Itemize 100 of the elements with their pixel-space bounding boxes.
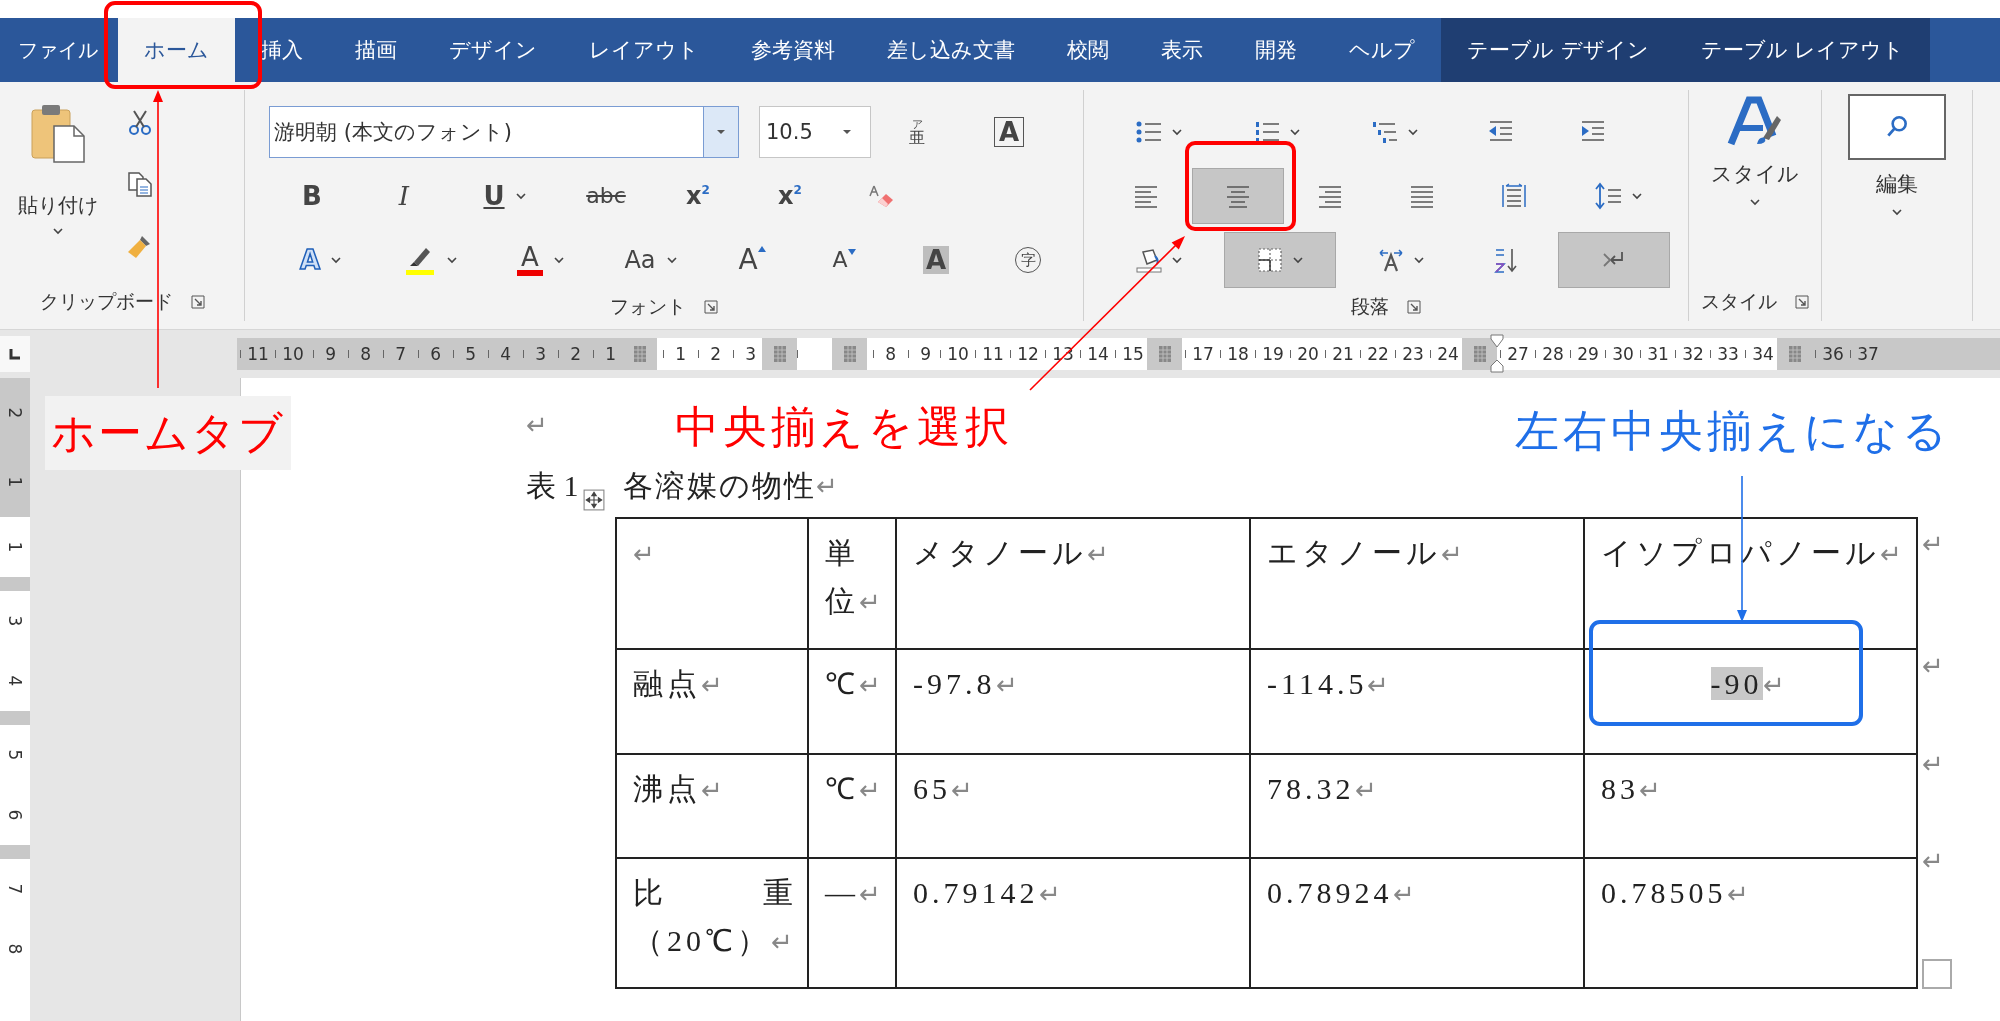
- ruler-number: 1: [605, 344, 617, 364]
- ruler-number: 23: [1402, 344, 1424, 364]
- paste-button[interactable]: 貼り付け: [18, 98, 98, 283]
- column-marker-icon[interactable]: [1786, 344, 1803, 364]
- tab-stop-icon[interactable]: [8, 347, 22, 361]
- column-marker-icon[interactable]: [771, 344, 788, 364]
- ribbon-tab[interactable]: テーブル レイアウト: [1674, 18, 1931, 82]
- paragraph-mark: ↵: [526, 409, 548, 441]
- direction-icon: [1377, 246, 1405, 274]
- bold-button[interactable]: B: [302, 183, 322, 209]
- table-cell: 融点↵: [616, 648, 808, 755]
- caret-icon: [1292, 256, 1304, 264]
- caret-icon: [1171, 128, 1183, 136]
- ruler-number: 18: [1227, 344, 1249, 364]
- column-marker-icon[interactable]: [631, 344, 648, 364]
- triangle-down-icon: [847, 249, 856, 255]
- character-border-button[interactable]: A: [993, 117, 1025, 147]
- underline-button[interactable]: U: [483, 183, 505, 209]
- table-cell: 0.78924↵: [1250, 858, 1584, 988]
- borders-icon: [1256, 246, 1284, 274]
- dialog-launcher-icon[interactable]: [1407, 299, 1421, 314]
- font-name-field[interactable]: 游明朝 (本文のフォント): [269, 106, 739, 158]
- ruler-number: 2: [710, 344, 722, 364]
- table-resize-handle[interactable]: [1922, 959, 1952, 989]
- font-size-field[interactable]: 10.5: [759, 106, 871, 158]
- dialog-launcher-icon[interactable]: [1795, 295, 1809, 309]
- ruler-number: 34: [1752, 344, 1774, 364]
- ribbon-tab[interactable]: ファイル: [0, 18, 118, 82]
- caret-icon[interactable]: [514, 192, 527, 200]
- triangle-up-icon: [757, 246, 766, 252]
- ribbon-tab[interactable]: 描画: [329, 18, 423, 82]
- paragraph-button[interactable]: [1224, 232, 1336, 288]
- table-cell: 65↵: [896, 754, 1250, 859]
- grow-font-button[interactable]: A: [738, 246, 766, 274]
- caret-icon: [1289, 128, 1301, 136]
- ruler-number: 14: [1087, 344, 1109, 364]
- shading-icon: [1135, 246, 1163, 274]
- ribbon-tab[interactable]: ホーム: [118, 18, 235, 82]
- column-marker-icon[interactable]: [841, 344, 858, 364]
- dialog-launcher-icon[interactable]: [190, 295, 205, 309]
- ribbon-tab[interactable]: 表示: [1135, 18, 1229, 82]
- phonetic-guide-button[interactable]: ア 亜: [909, 118, 925, 146]
- caret-icon[interactable]: [330, 256, 343, 264]
- character-shading-button[interactable]: A: [922, 246, 950, 274]
- sort-icon: [1492, 246, 1520, 274]
- ribbon-tab[interactable]: 差し込み文書: [861, 18, 1041, 82]
- scissors-icon[interactable]: [126, 108, 154, 136]
- ruler-number: 24: [1437, 344, 1459, 364]
- ribbon-tab[interactable]: 開発: [1229, 18, 1323, 82]
- caret-icon: [1749, 198, 1761, 206]
- ruler-number: 37: [1857, 344, 1879, 364]
- ribbon-tab[interactable]: 挿入: [235, 18, 329, 82]
- table-cell: —↵: [808, 858, 896, 988]
- caret-icon: [1631, 192, 1643, 200]
- group-label: クリップボード: [39, 289, 173, 314]
- ribbon-tab[interactable]: ヘルプ: [1323, 18, 1441, 82]
- distribute-icon: [1500, 182, 1528, 210]
- indent-marker-icon[interactable]: [1489, 334, 1505, 374]
- ruler-number: 22: [1367, 344, 1389, 364]
- paragraph-button[interactable]: [1192, 168, 1284, 224]
- font-color-button[interactable]: A: [517, 244, 543, 276]
- strikethrough-button[interactable]: abc: [586, 185, 626, 207]
- column-marker-icon[interactable]: [1471, 344, 1488, 364]
- table-caption: 各溶媒の物性: [622, 467, 816, 504]
- ruler-number: 4: [500, 344, 512, 364]
- ribbon-tab[interactable]: 校閲: [1041, 18, 1135, 82]
- ruler-number: 17: [1192, 344, 1214, 364]
- column-marker-icon[interactable]: [1156, 344, 1173, 364]
- change-case-button[interactable]: Aa: [624, 248, 656, 272]
- superscript-button[interactable]: x$^{2}$: [778, 184, 802, 208]
- ruler-number: 1: [5, 541, 25, 553]
- ruler-number: 21: [1332, 344, 1354, 364]
- ribbon-tab[interactable]: レイアウト: [563, 18, 725, 82]
- shrink-font-button[interactable]: A: [832, 249, 856, 271]
- ruler-number: 12: [1017, 344, 1039, 364]
- spacing-icon: [1595, 182, 1623, 210]
- caret-icon[interactable]: [446, 256, 458, 264]
- dialog-launcher-icon[interactable]: [704, 299, 718, 314]
- italic-button[interactable]: I: [398, 183, 410, 209]
- copy-icon[interactable]: [126, 170, 154, 198]
- table-cell: 0.78505↵: [1584, 858, 1917, 988]
- editing-button[interactable]: 編集: [1848, 94, 1946, 321]
- caret-icon: [1407, 128, 1419, 136]
- ribbon-tab[interactable]: 参考資料: [725, 18, 861, 82]
- table-cell: 78.32↵: [1250, 754, 1584, 859]
- caret-icon[interactable]: [665, 256, 678, 264]
- table-cell: 沸点↵: [616, 754, 808, 859]
- ruler-number: 29: [1577, 344, 1599, 364]
- group-label: スタイル: [1701, 289, 1777, 314]
- caret-icon: [1171, 256, 1183, 264]
- ruler-number: 28: [1542, 344, 1564, 364]
- ribbon-tab[interactable]: テーブル デザイン: [1441, 18, 1675, 82]
- table-move-handle-icon[interactable]: [582, 489, 605, 511]
- table-cell: エタノール↵: [1250, 518, 1584, 649]
- caret-icon: [1413, 256, 1425, 264]
- table-cell: -97.8↵: [896, 648, 1250, 755]
- caret-icon[interactable]: [552, 256, 565, 264]
- ruler-number: 9: [325, 344, 337, 364]
- ribbon-tab[interactable]: デザイン: [423, 18, 563, 82]
- styles-button[interactable]: スタイル: [1711, 94, 1799, 283]
